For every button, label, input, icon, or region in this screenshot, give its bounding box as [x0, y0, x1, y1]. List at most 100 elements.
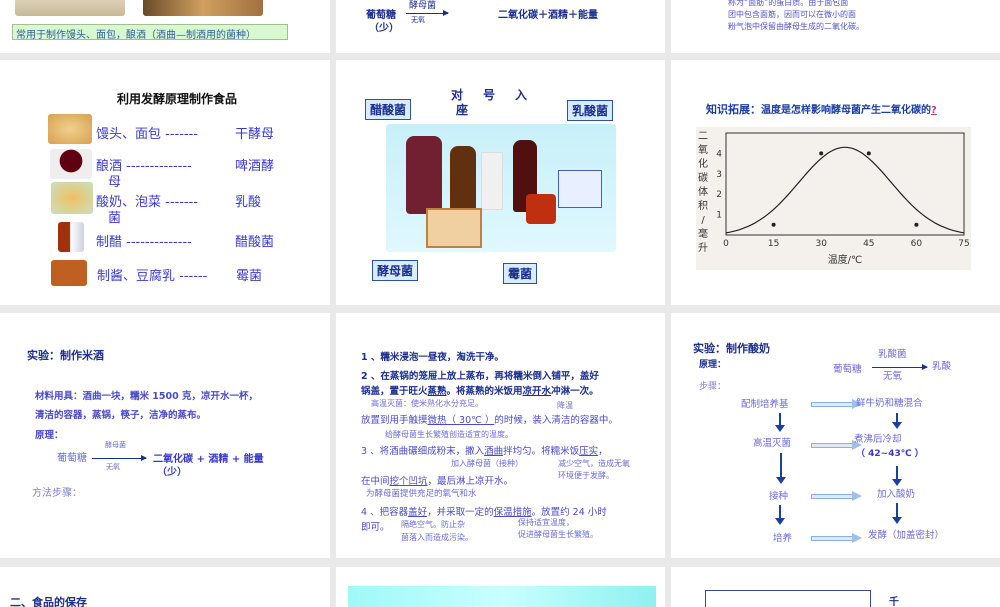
heading-label: 知识拓展： — [706, 103, 761, 116]
slide-image — [348, 586, 656, 607]
step-2-text-cont: 锅盖，置于旺火蒸熟。将蒸熟的米饭用凉开水冲淋一次。 — [361, 383, 599, 397]
underlined-text: 盖好 — [408, 507, 428, 518]
annotation: 给酵母菌生长繁殖创造适宜的温度。 — [385, 430, 513, 439]
food-label: 馒头、面包 ------- — [96, 127, 198, 142]
x-tick-label: 45 — [863, 239, 874, 249]
step-detail: 煮沸后冷却 — [854, 434, 902, 445]
arrow-below-text: 无氧 — [106, 463, 120, 471]
chart-background — [696, 127, 971, 270]
y-axis-label-char: 积 — [698, 200, 708, 212]
underlined-text: 挖个凹坑 — [389, 476, 428, 487]
slide-thumbnail-6[interactable]: 知识拓展：温度是怎样影响酵母菌产生二氧化碳的? 0 15 30 45 60 75 1 2 3 4 二… — [671, 60, 1000, 305]
principle-label: 原理： — [35, 430, 64, 441]
materials-text: 材料用具：酒曲一块，糯米 1500 克，凉开水一杯， — [35, 391, 259, 402]
slide-heading: 知识拓展：温度是怎样影响酵母菌产生二氧化碳的? — [706, 101, 937, 117]
down-arrow — [892, 413, 902, 429]
pickle-icon — [51, 182, 93, 214]
wine-glass-icon — [50, 149, 92, 179]
annotation: 促进酵母菌生长繁殖。 — [518, 530, 598, 539]
sauce-jar-icon — [51, 260, 87, 286]
yogurt-box — [558, 170, 602, 208]
food-label: 制酱、豆腐乳 ------ — [97, 269, 208, 284]
text: 放置到用手触摸 — [361, 415, 428, 426]
step-1-text: 1 、糯米浸泡一昼夜，淘洗干净。 — [361, 352, 504, 363]
reactant-text: 葡萄糖 — [833, 364, 862, 375]
slide-thumbnail-7[interactable]: 实验：制作米酒 材料用具：酒曲一块，糯米 1500 克，凉开水一杯， 清洁的容器… — [0, 313, 330, 558]
arrow-below-text: 无氧 — [883, 371, 903, 382]
reactant-note: （少） — [369, 23, 399, 34]
steps-label: 步骤： — [699, 382, 727, 392]
microbe-label: 啤酒酵 — [235, 159, 275, 174]
y-tick-label: 2 — [716, 190, 722, 200]
arrow-below-text: 无氧 — [411, 16, 425, 24]
step-label: 高温灭菌 — [753, 438, 792, 449]
label-mold[interactable]: 霉菌 — [503, 263, 538, 284]
data-point — [819, 151, 824, 156]
label-acetic-acid-bacteria[interactable]: 醋酸菌 — [365, 99, 412, 120]
bread-slices — [426, 208, 482, 248]
label-yeast[interactable]: 酵母菌 — [372, 260, 419, 281]
text: 3 、将酒曲碾细成粉末，撒入 — [361, 446, 485, 457]
slide-thumbnail-5[interactable]: 对 号 入 座 醋酸菌 乳酸菌 酵母菌 霉菌 — [336, 60, 665, 305]
arrow-above-text: 乳酸菌 — [878, 349, 907, 360]
x-tick-label: 30 — [815, 239, 827, 249]
text: 拌均匀。将糯米饭 — [503, 446, 580, 457]
right-arrow — [811, 491, 862, 501]
annotation: 为酵母菌提供充足的氧气和水 — [366, 489, 477, 499]
slide-thumbnail-12[interactable]: 千 — [671, 567, 1000, 607]
step-2-text: 2 、在蒸锅的笼屉上放上蒸布，再将糯米倒入铺平，盖好 — [361, 371, 599, 382]
slide-thumbnail-10[interactable]: 二、食品的保存 — [0, 567, 330, 607]
step-label: 培养 — [773, 533, 793, 544]
annotation: 降温 — [557, 401, 573, 410]
annotation: 环境便于发酵。 — [558, 471, 614, 480]
microbe-label: 干酵母 — [235, 127, 275, 142]
product-note: （少） — [157, 467, 187, 478]
text-box — [705, 590, 871, 607]
liquor-bottle — [481, 152, 503, 210]
sauce-jar — [526, 194, 556, 224]
x-tick-label: 15 — [768, 239, 779, 249]
reactant-text: 葡萄糖 — [57, 453, 87, 464]
step-2-text-cont: 放置到用手触摸微热（ 30℃ ）的时候，装入清洁的容器中。 — [361, 412, 618, 426]
down-arrow — [776, 453, 786, 484]
steamed-bun-photo — [15, 0, 125, 16]
data-point — [771, 222, 776, 227]
slide-thumbnail-3[interactable]: 称为“面筋”的蛋白质。由于面包面 团中包含面筋，因而可以在微小的面 粉气泡中保留… — [671, 0, 1000, 53]
slide-title: 实验：制作米酒 — [27, 349, 104, 362]
right-arrow — [811, 399, 862, 409]
label-lactic-acid-bacteria[interactable]: 乳酸菌 — [567, 100, 614, 121]
slide-thumbnail-8[interactable]: 1 、糯米浸泡一昼夜，淘洗干净。 2 、在蒸锅的笼屉上放上蒸布，再将糯米倒入铺平… — [336, 313, 665, 558]
text: 冲淋一次。 — [551, 386, 599, 397]
microbe-label: 醋酸菌 — [235, 235, 275, 250]
product-text: 二氧化碳＋酒精＋能量 — [498, 10, 598, 21]
y-axis-label-char: 化 — [698, 157, 708, 170]
y-tick-label: 4 — [716, 149, 722, 159]
annotation: 隔绝空气。防止杂 — [401, 520, 465, 529]
microbe-label-wrap: 母 — [108, 175, 122, 190]
slide-thumbnail-9[interactable]: 实验：制作酸奶 原理： 葡萄糖 乳酸菌 无氧 乳酸 步骤： 配制培养基 高温灭菌… — [671, 313, 1000, 558]
y-axis-label-char: 毫 — [698, 227, 708, 240]
slide-thumbnail-11[interactable] — [336, 567, 665, 607]
text: 。将蒸熟的米饭用 — [446, 386, 523, 397]
y-axis-label-char: 碳 — [698, 171, 708, 184]
step-detail: 发酵（加盖密封） — [868, 530, 945, 541]
underlined-text: 微热（ 30℃ ） — [427, 415, 495, 426]
temperature-range: （ 42~43℃ ） — [856, 449, 924, 459]
materials-text: 清洁的容器，蒸锅，筷子，洁净的蒸布。 — [35, 410, 207, 421]
microbe-label-wrap: 菌 — [108, 211, 122, 226]
slide-thumbnail-4[interactable]: 利用发酵原理制作食品 馒头、面包 ------- 干酵母 酿酒 --------… — [0, 60, 330, 305]
slide-thumbnail-2[interactable]: 葡萄糖 （少） 酵母菌 无氧 二氧化碳＋酒精＋能量 — [336, 0, 665, 53]
x-tick-label: 75 — [958, 239, 969, 249]
y-axis-label-char: 二 — [698, 131, 708, 142]
down-arrow — [892, 503, 902, 524]
reaction-arrow — [406, 10, 449, 16]
step-4-text: 4 、把容器盖好，并采取一定的保温措施。放置约 24 小时 — [361, 504, 607, 518]
right-arrow — [811, 440, 862, 450]
step-label: 接种 — [769, 491, 789, 502]
y-axis-label-char: 体 — [698, 186, 708, 198]
vinegar-bottle-icon — [58, 222, 84, 252]
text: 4 、把容器 — [361, 507, 409, 518]
annotation: 高温灭菌：使米熟化水分充足。 — [371, 399, 483, 408]
slide-thumbnail-1[interactable]: 常用于制作馒头、面包，酿酒（酒曲—制酒用的菌种） — [0, 0, 330, 53]
slide-title: 利用发酵原理制作食品 — [117, 92, 238, 106]
